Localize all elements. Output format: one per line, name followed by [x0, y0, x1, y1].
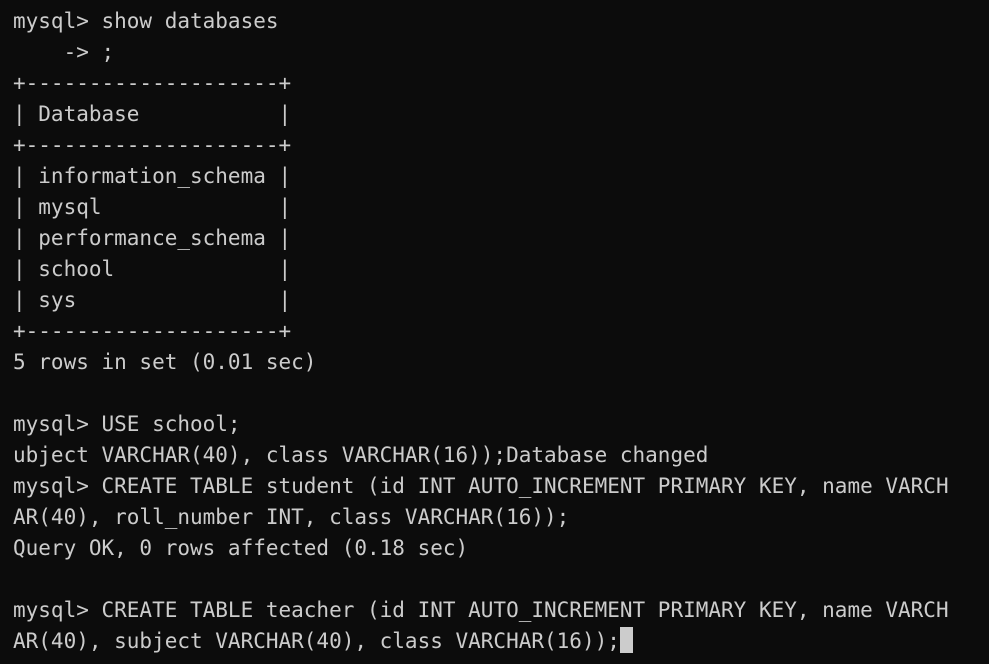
- current-input-line[interactable]: AR(40), subject VARCHAR(40), class VARCH…: [13, 626, 989, 657]
- output-line: ubject VARCHAR(40), class VARCHAR(16));D…: [13, 443, 709, 467]
- table-row: | school |: [13, 257, 292, 281]
- result-summary: 5 rows in set (0.01 sec): [13, 350, 317, 374]
- table-border: +--------------------+: [13, 319, 292, 343]
- table-border: +--------------------+: [13, 71, 292, 95]
- table-row: | mysql |: [13, 195, 292, 219]
- terminal-window[interactable]: mysql> show databases -> ; +------------…: [0, 0, 989, 664]
- table-row: | information_schema |: [13, 164, 292, 188]
- table-row: | performance_schema |: [13, 226, 292, 250]
- continuation-line: -> ;: [13, 40, 115, 64]
- text-cursor: [619, 627, 633, 653]
- table-border: +--------------------+: [13, 133, 292, 157]
- prompt-line: mysql> CREATE TABLE teacher (id INT AUTO…: [13, 598, 949, 622]
- prompt-line: mysql> show databases: [13, 9, 279, 33]
- prompt-line: mysql> CREATE TABLE student (id INT AUTO…: [13, 474, 949, 498]
- result-summary: Query OK, 0 rows affected (0.18 sec): [13, 536, 469, 560]
- table-row: | sys |: [13, 288, 292, 312]
- table-header: | Database |: [13, 102, 292, 126]
- prompt-line: mysql> USE school;: [13, 412, 241, 436]
- current-input-text[interactable]: AR(40), subject VARCHAR(40), class VARCH…: [13, 629, 620, 653]
- wrapped-line: AR(40), roll_number INT, class VARCHAR(1…: [13, 505, 570, 529]
